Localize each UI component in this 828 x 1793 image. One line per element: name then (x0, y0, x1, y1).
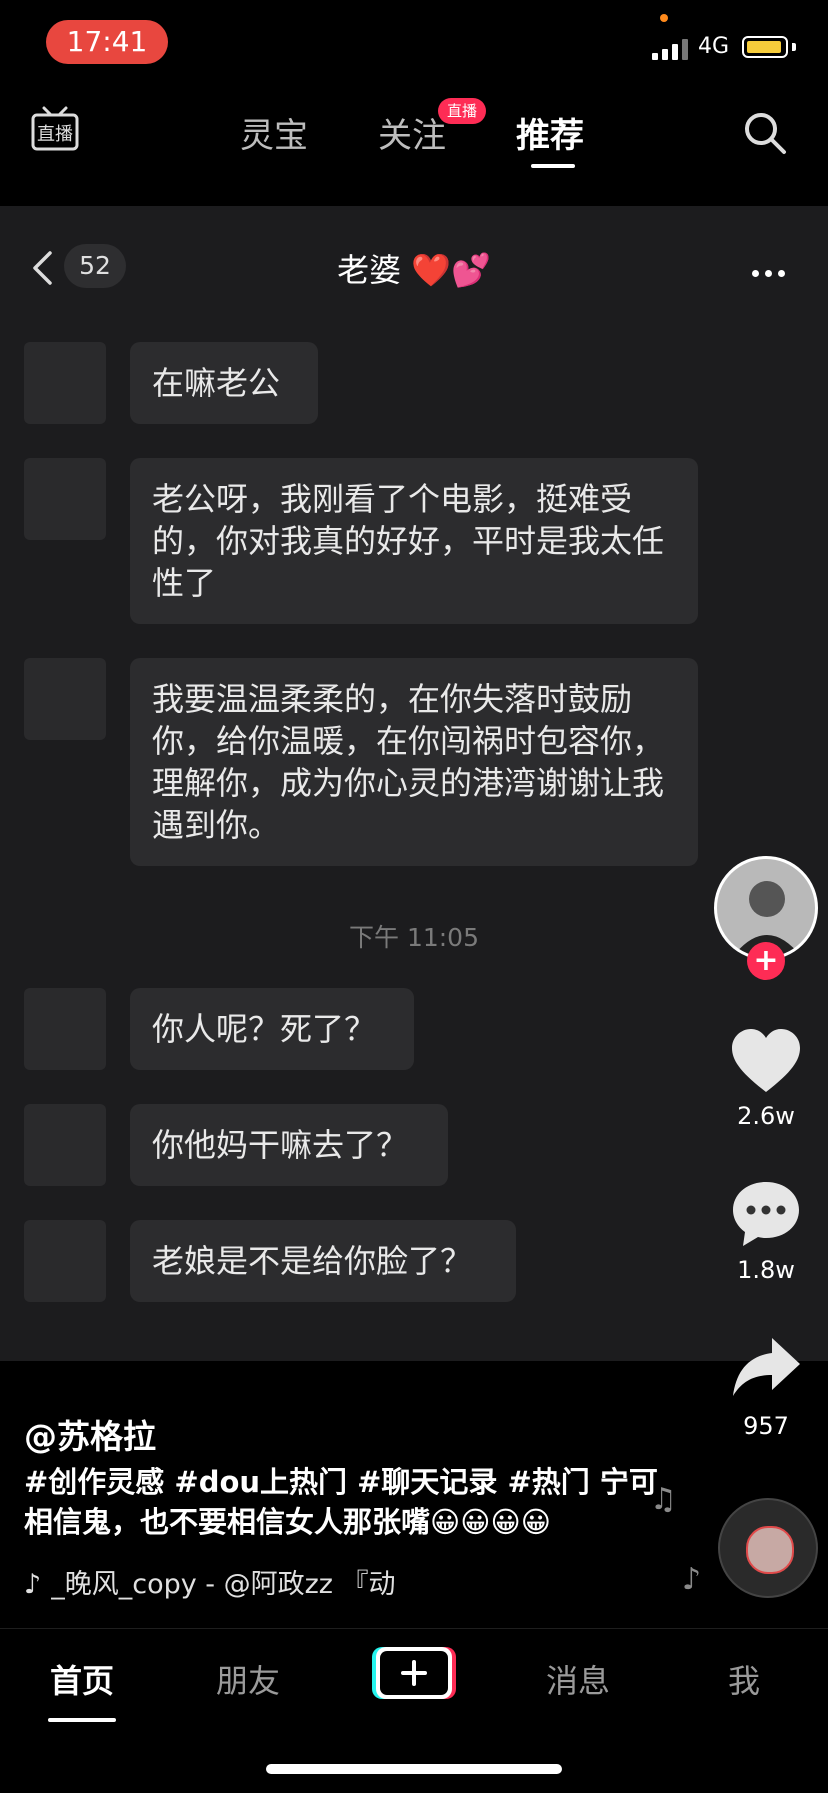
sender-avatar (24, 1220, 106, 1302)
svg-text:直播: 直播 (37, 124, 73, 145)
sender-avatar (24, 988, 106, 1070)
sender-avatar (24, 342, 106, 424)
chat-title: 老婆 ❤️💕 (337, 251, 491, 289)
tab-me[interactable]: 我 (728, 1656, 760, 1702)
comment-count: 1.8w (737, 1256, 795, 1284)
message-bubble: 老公呀，我刚看了个电影，挺难受的，你对我真的好好，平时是我太任性了 (130, 458, 698, 624)
tiktok-note-icon: ♪ (24, 1569, 42, 1600)
like-icon[interactable] (728, 1024, 804, 1100)
home-indicator (266, 1764, 562, 1774)
active-tab-indicator (48, 1718, 116, 1722)
message-bubble: 我要温温柔柔的，在你失落时鼓励你，给你温暖，在你闯祸时包容你，理解你，成为你心灵… (130, 658, 698, 866)
message-bubble: 老娘是不是给你脸了？ (130, 1220, 516, 1302)
search-icon[interactable] (742, 110, 788, 156)
share-count: 957 (743, 1412, 789, 1440)
status-time: 17:41 (46, 20, 168, 64)
battery-cap (792, 43, 796, 51)
tab-following[interactable]: 关注 (378, 108, 446, 157)
music-disc-icon[interactable] (718, 1498, 818, 1598)
active-tab-indicator (531, 164, 575, 168)
tab-recommended[interactable]: 推荐 (516, 108, 584, 157)
more-icon (752, 262, 791, 281)
author-name[interactable]: @苏格拉 (24, 1410, 156, 1458)
sender-avatar (24, 458, 106, 540)
video-caption: #创作灵感 #dou上热门 #聊天记录 #热门 宁可相信鬼，也不要相信女人那张嘴… (24, 1465, 658, 1539)
follow-button[interactable]: + (747, 942, 785, 980)
message-bubble: 你他妈干嘛去了？ (130, 1104, 448, 1186)
privacy-indicator-dot (660, 14, 668, 22)
like-count: 2.6w (737, 1102, 795, 1130)
tab-friends[interactable]: 朋友 (216, 1656, 280, 1702)
create-button[interactable] (372, 1645, 456, 1701)
live-icon[interactable]: 直播 (30, 104, 80, 154)
share-icon[interactable] (728, 1332, 804, 1408)
live-badge: 直播 (438, 98, 486, 124)
tab-home[interactable]: 首页 (50, 1656, 114, 1702)
message-bubble: 你人呢？死了？ (130, 988, 414, 1070)
music-note-icon: ♪ (682, 1562, 702, 1597)
chat-timestamp: 下午 11:05 (349, 923, 479, 952)
sender-avatar (24, 1104, 106, 1186)
network-type: 4G (698, 34, 730, 59)
message-bubble: 在嘛老公 (130, 342, 318, 424)
music-title: _晚风_copy - @阿政zz 『动 (51, 1569, 396, 1600)
battery-icon (742, 36, 788, 58)
signal-icon (652, 38, 690, 60)
tab-messages[interactable]: 消息 (546, 1656, 610, 1702)
sender-avatar (24, 658, 106, 740)
music-info[interactable]: ♪ _晚风_copy - @阿政zz 『动 (24, 1562, 396, 1601)
tab-lingbao[interactable]: 灵宝 (240, 108, 308, 157)
comment-icon[interactable] (728, 1176, 804, 1252)
